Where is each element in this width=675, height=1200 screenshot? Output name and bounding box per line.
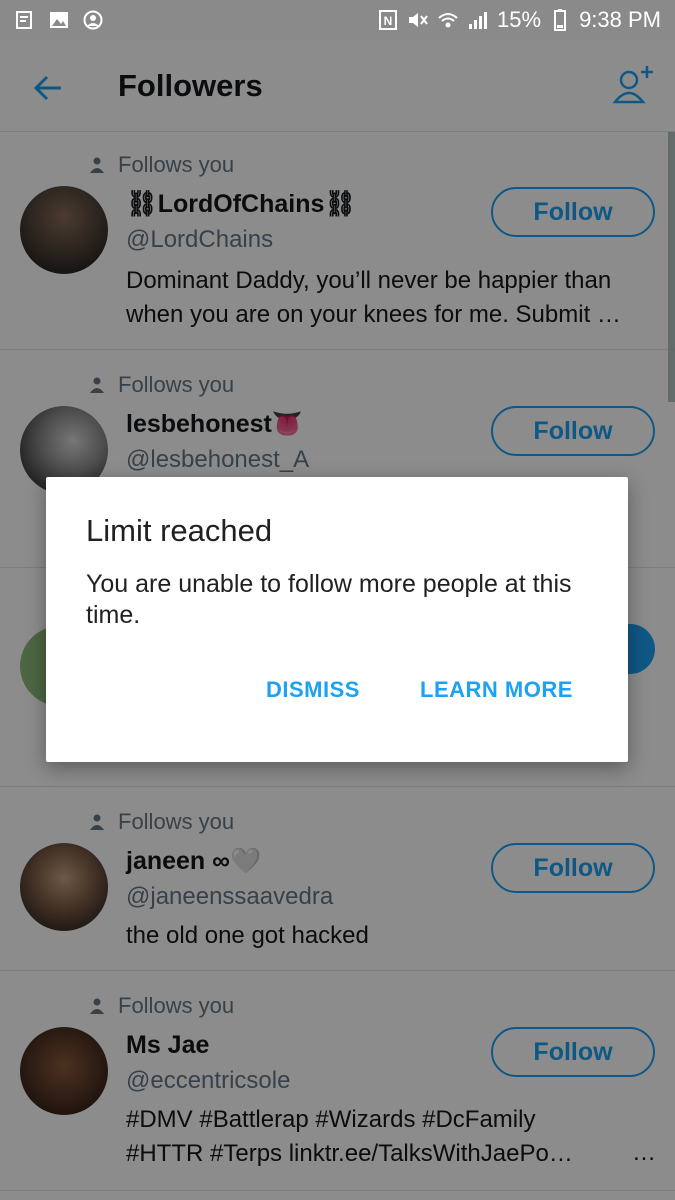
battery-icon [549, 9, 571, 31]
learn-more-button[interactable]: LEARN MORE [420, 677, 573, 703]
account-circle-icon [82, 9, 104, 31]
signal-icon [467, 9, 489, 31]
image-icon [48, 9, 70, 31]
limit-reached-dialog: Limit reached You are unable to follow m… [46, 477, 628, 762]
nfc-icon: N [377, 9, 399, 31]
notification-icon [14, 9, 36, 31]
status-bar: N 15% 9:38 PM [0, 0, 675, 40]
svg-text:N: N [384, 14, 393, 28]
dialog-message: You are unable to follow more people at … [86, 570, 572, 629]
dialog-title: Limit reached [86, 513, 273, 548]
dismiss-button[interactable]: DISMISS [266, 677, 360, 703]
wifi-icon [437, 9, 459, 31]
mute-icon [407, 9, 429, 31]
clock: 9:38 PM [579, 7, 661, 32]
battery-percent: 15% [497, 7, 542, 32]
